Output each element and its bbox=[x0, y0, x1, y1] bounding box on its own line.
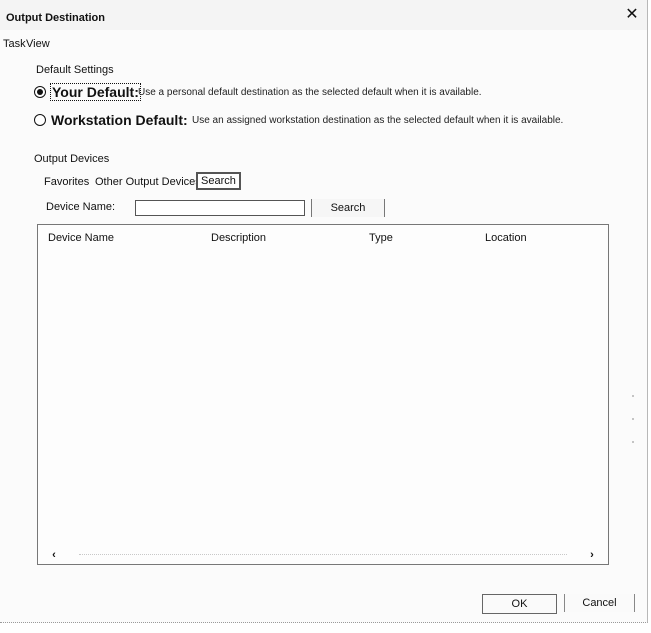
default-settings-label: Default Settings bbox=[36, 64, 114, 76]
window-title: Output Destination bbox=[6, 12, 105, 24]
column-header-description[interactable]: Description bbox=[211, 232, 266, 244]
device-name-input[interactable] bbox=[135, 200, 305, 216]
column-header-type[interactable]: Type bbox=[369, 232, 393, 244]
tab-other-output-devices[interactable]: Other Output Devices bbox=[95, 176, 201, 188]
scroll-left-icon[interactable]: ‹ bbox=[47, 547, 61, 563]
workstation-default-description: Use an assigned workstation destination … bbox=[192, 115, 564, 126]
close-icon[interactable]: ✕ bbox=[622, 5, 642, 25]
radio-unselected-icon[interactable] bbox=[34, 114, 46, 126]
tab-search[interactable]: Search bbox=[196, 172, 241, 190]
edge-mark bbox=[632, 441, 634, 443]
search-button[interactable]: Search bbox=[311, 199, 385, 217]
workstation-default-label[interactable]: Workstation Default: bbox=[51, 112, 188, 128]
column-header-location[interactable]: Location bbox=[485, 232, 527, 244]
ok-button[interactable]: OK bbox=[482, 594, 557, 614]
radio-selected-icon[interactable] bbox=[34, 86, 46, 98]
your-default-description: Use a personal default destination as th… bbox=[138, 87, 482, 98]
horizontal-scrollbar[interactable]: ‹ › bbox=[39, 547, 607, 563]
your-default-label[interactable]: Your Default: bbox=[50, 83, 141, 101]
scroll-right-icon[interactable]: › bbox=[585, 547, 599, 563]
tab-favorites[interactable]: Favorites bbox=[44, 176, 89, 188]
edge-mark bbox=[632, 395, 634, 397]
scroll-track[interactable] bbox=[79, 554, 567, 556]
title-bar[interactable]: Output Destination ✕ bbox=[0, 0, 647, 30]
device-tabs: Favorites Other Output Devices Search bbox=[0, 172, 300, 192]
cancel-button[interactable]: Cancel bbox=[564, 594, 635, 612]
menu-view[interactable]: View bbox=[26, 38, 50, 50]
device-results-grid[interactable]: Device Name Description Type Location ‹ … bbox=[37, 224, 609, 565]
edge-mark bbox=[632, 418, 634, 420]
output-devices-label: Output Devices bbox=[34, 153, 110, 165]
device-name-label: Device Name: bbox=[46, 201, 116, 213]
menu-task[interactable]: Task bbox=[3, 38, 26, 50]
column-header-device-name[interactable]: Device Name bbox=[48, 232, 114, 244]
output-destination-dialog: Output Destination ✕ Task View Default S… bbox=[0, 0, 648, 623]
